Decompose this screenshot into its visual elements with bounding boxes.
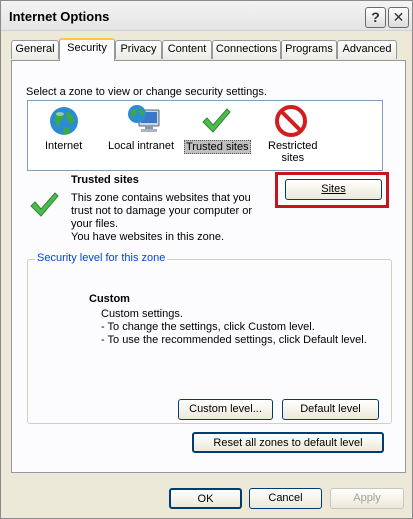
zone-info-desc-line2: trust not to damage your computer or bbox=[71, 205, 252, 217]
zone-instruction: Select a zone to view or change security… bbox=[26, 86, 267, 98]
help-button[interactable]: ? bbox=[365, 7, 386, 28]
zone-info-desc-line4: You have websites in this zone. bbox=[71, 231, 225, 243]
security-level-group-title: Security level for this zone bbox=[35, 252, 168, 264]
tab-connections[interactable]: Connections bbox=[212, 40, 281, 59]
checkmark-icon[interactable] bbox=[200, 105, 232, 140]
zone-label-restricted-line2: sites bbox=[281, 152, 305, 164]
tab-advanced[interactable]: Advanced bbox=[337, 40, 397, 59]
internet-options-window: Internet Options ? ✕ General Security Pr… bbox=[0, 0, 413, 519]
tab-strip: General Security Privacy Content Connect… bbox=[11, 38, 406, 61]
ok-button[interactable]: OK bbox=[169, 488, 242, 509]
tab-programs[interactable]: Programs bbox=[281, 40, 337, 59]
security-level-line1: Custom settings. bbox=[101, 308, 183, 320]
prohibited-icon[interactable] bbox=[275, 105, 307, 140]
apply-button[interactable]: Apply bbox=[330, 488, 404, 509]
security-level-name: Custom bbox=[89, 293, 130, 305]
globe-icon[interactable] bbox=[48, 105, 80, 140]
cancel-button[interactable]: Cancel bbox=[249, 488, 322, 509]
trusted-sites-large-checkmark-icon bbox=[27, 190, 61, 223]
tab-content[interactable]: Content bbox=[162, 40, 212, 59]
tab-general[interactable]: General bbox=[11, 40, 59, 59]
title-bar[interactable]: Internet Options ? ✕ bbox=[1, 1, 412, 31]
custom-level-button[interactable]: Custom level... bbox=[178, 399, 273, 420]
tab-security[interactable]: Security bbox=[59, 38, 115, 61]
zone-info-desc-line3: your files. bbox=[71, 218, 119, 230]
reset-all-zones-button[interactable]: Reset all zones to default level bbox=[192, 432, 384, 453]
zone-label-local-intranet[interactable]: Local intranet bbox=[108, 140, 174, 152]
computer-globe-icon[interactable] bbox=[127, 104, 163, 141]
close-button[interactable]: ✕ bbox=[388, 7, 409, 28]
zone-label-restricted-sites[interactable]: Restricted sites bbox=[268, 140, 318, 164]
default-level-button[interactable]: Default level bbox=[282, 399, 379, 420]
security-tab-panel: Select a zone to view or change security… bbox=[11, 60, 406, 473]
security-level-line3: - To use the recommended settings, click… bbox=[101, 334, 367, 346]
sites-button-highlight-box bbox=[275, 172, 389, 208]
zone-list: Internet Local intranet Trusted sites Re… bbox=[27, 100, 383, 171]
zone-label-internet[interactable]: Internet bbox=[45, 140, 82, 152]
security-level-line2: - To change the settings, click Custom l… bbox=[101, 321, 315, 333]
zone-info-title: Trusted sites bbox=[71, 174, 139, 186]
zone-label-trusted-sites[interactable]: Trusted sites bbox=[184, 140, 251, 154]
window-title: Internet Options bbox=[9, 9, 110, 24]
zone-info-desc-line1: This zone contains websites that you bbox=[71, 192, 251, 204]
tab-privacy[interactable]: Privacy bbox=[115, 40, 162, 59]
zone-label-restricted-line1: Restricted bbox=[268, 140, 318, 152]
security-level-group: Security level for this zone Custom Cust… bbox=[27, 252, 392, 424]
